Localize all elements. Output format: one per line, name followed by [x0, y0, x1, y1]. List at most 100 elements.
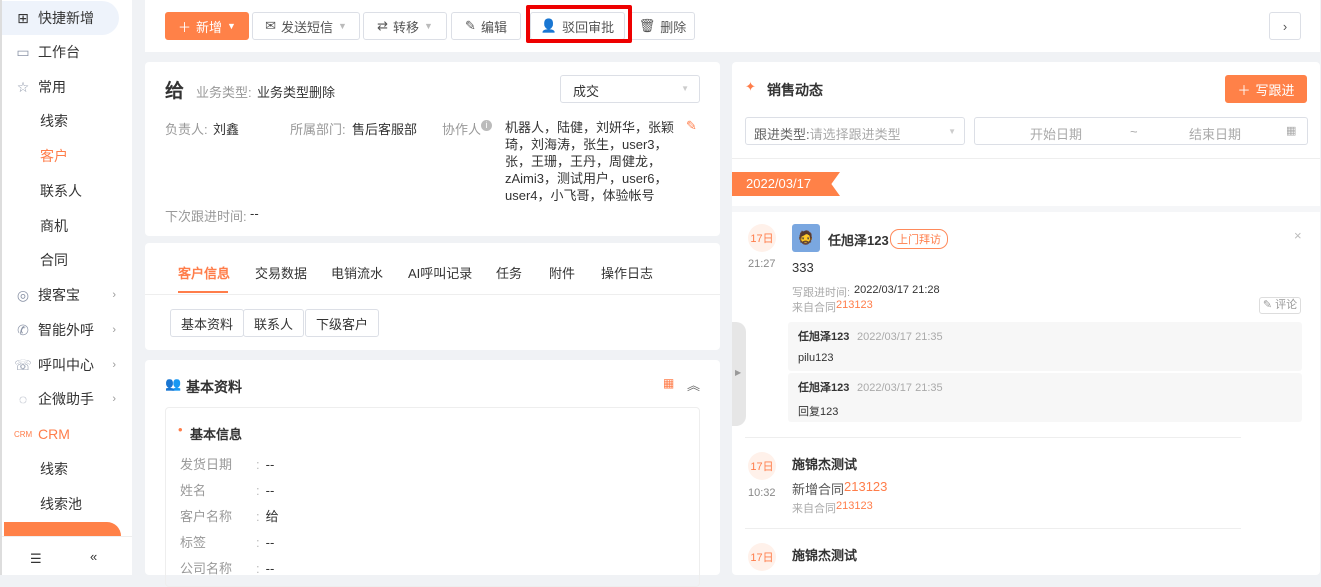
sidebar-item-crm-leads[interactable]: 线索: [2, 452, 132, 486]
pencil-icon: ✎: [465, 18, 476, 33]
label: 快捷新增: [38, 10, 94, 26]
sidebar-item-crm[interactable]: CRM CRM: [2, 417, 132, 451]
label: 删除: [660, 19, 687, 35]
label: 新增: [196, 19, 223, 35]
entry-day: 17日: [748, 543, 776, 571]
star-icon: ☆: [16, 78, 30, 95]
highlight-box: [526, 5, 632, 43]
source-link[interactable]: 213123: [836, 299, 873, 311]
tab-attachments[interactable]: 附件: [549, 263, 575, 282]
sidebar-item-leads[interactable]: 线索: [2, 104, 132, 138]
entry-time: 21:27: [748, 258, 776, 270]
date-range-picker[interactable]: 开始日期 ~ 结束日期 ▦: [974, 117, 1308, 145]
tab-tasks[interactable]: 任务: [496, 263, 522, 282]
placeholder: 请选择跟进类型: [809, 127, 901, 142]
date-banner: 2022/03/17: [732, 172, 840, 196]
info-icon[interactable]: i: [481, 120, 492, 131]
sidebar: ⊞ 快捷新增 ▭ 工作台 ☆ 常用 线索 客户 联系人 商机 合同 ◎ 搜客宝 › ✆ 智能…: [0, 0, 132, 575]
add-box-icon: ⊞: [17, 9, 29, 26]
entry-user: 施锦杰测试: [792, 457, 858, 472]
sidebar-item-quick-add[interactable]: ⊞ 快捷新增: [2, 1, 119, 35]
entry-content: 新增合同: [792, 482, 845, 497]
dept-label: 所属部门:: [290, 122, 346, 137]
label: 线索池: [40, 496, 82, 512]
menu-icon[interactable]: ☰: [30, 551, 42, 567]
sidebar-item-crm-customers[interactable]: 客户: [4, 522, 121, 536]
label: 常用: [38, 79, 66, 95]
contract-link[interactable]: 213123: [844, 479, 887, 494]
sidebar-item-workbench[interactable]: ▭ 工作台: [2, 35, 132, 69]
edit-icon[interactable]: ✎: [686, 118, 697, 134]
sidebar-item-lead-pool[interactable]: 线索池: [2, 487, 132, 521]
sidebar-item-opportunities[interactable]: 商机: [2, 209, 132, 243]
comment-button[interactable]: ✎ 评论: [1259, 297, 1301, 314]
field-label: 标签: [180, 535, 207, 550]
next-button[interactable]: ›: [1269, 12, 1301, 40]
caret-down-icon: ▼: [681, 84, 689, 93]
send-sms-button[interactable]: ✉ 发送短信 ▼: [252, 12, 360, 40]
field-value: --: [265, 457, 275, 472]
plus-icon: ＋: [178, 19, 192, 35]
start-date-input[interactable]: 开始日期: [1030, 124, 1082, 143]
status-select[interactable]: 成交 ▼: [560, 75, 700, 103]
comment-item: 任旭泽123 2022/03/17 21:35 pilu123: [788, 322, 1302, 371]
users-icon: 👥: [165, 376, 182, 391]
label: 转移: [392, 19, 419, 35]
followup-type-select[interactable]: 跟进类型:请选择跟进类型 ▼: [745, 117, 965, 145]
panel-title: 销售动态: [767, 82, 823, 98]
caret-down-icon: ▼: [338, 21, 347, 31]
label: 跟进类型:: [754, 127, 810, 142]
edit-button[interactable]: ✎ 编辑: [451, 12, 521, 40]
customer-header: 给 业务类型: 业务类型删除 成交 ▼ 负责人: 刘鑫 所属部门: 售后客服部 协…: [145, 62, 720, 236]
tab-ai-calls[interactable]: AI呼叫记录: [408, 263, 472, 282]
collapse-icon[interactable]: «: [90, 549, 97, 564]
end-date-input[interactable]: 结束日期: [1189, 124, 1241, 143]
collab-value: 机器人，陆健，刘妍华，张颖琦，刘海涛，张生，user3，张，王珊，王丹，周健龙，…: [505, 120, 675, 203]
subtab-contacts[interactable]: 联系人: [243, 309, 305, 337]
tab-transactions[interactable]: 交易数据: [255, 263, 307, 282]
subtab-subcustomers[interactable]: 下级客户: [305, 309, 380, 337]
write-followup-button[interactable]: ＋写跟进: [1225, 75, 1307, 103]
activity-icon: ✦: [745, 79, 756, 94]
tab-indicator: [178, 291, 228, 293]
sidebar-item-wecom[interactable]: ◌ 企微助手 ›: [2, 382, 132, 416]
source-link[interactable]: 213123: [836, 500, 873, 512]
caret-down-icon: ▼: [424, 21, 433, 31]
label: 合同: [40, 252, 68, 268]
next-followup-label: 下次跟进时间:: [165, 209, 247, 224]
sidebar-item-soukebao[interactable]: ◎ 搜客宝 ›: [2, 278, 132, 312]
divider: [145, 294, 720, 295]
sidebar-item-contacts[interactable]: 联系人: [2, 174, 132, 208]
bullet-icon: •: [178, 422, 183, 437]
close-icon[interactable]: ×: [1294, 228, 1302, 243]
tab-operation-log[interactable]: 操作日志: [601, 263, 653, 282]
biz-type-label: 业务类型:: [196, 85, 252, 100]
comment-time: 2022/03/17 21:35: [856, 382, 943, 394]
sidebar-item-smart-call[interactable]: ✆ 智能外呼 ›: [2, 313, 132, 347]
customer-name: 给: [165, 81, 185, 102]
transfer-button[interactable]: ⇄ 转移 ▼: [363, 12, 447, 40]
table-icon[interactable]: ▦: [663, 376, 674, 390]
sidebar-item-contracts[interactable]: 合同: [2, 243, 132, 277]
expand-handle[interactable]: ▶: [732, 322, 746, 426]
chevron-right-icon: ›: [1282, 18, 1288, 34]
sidebar-item-common[interactable]: ☆ 常用: [2, 70, 132, 104]
tab-customer-info[interactable]: 客户信息: [178, 263, 230, 282]
new-button[interactable]: ＋新增 ▼: [165, 12, 249, 40]
label: 联系人: [40, 183, 82, 199]
sidebar-item-customers[interactable]: 客户: [2, 139, 132, 173]
field-value: --: [265, 561, 275, 576]
source-label: 来自合同: [792, 302, 836, 314]
delete-button[interactable]: 🗑 删除: [630, 12, 695, 40]
label: 线索: [40, 461, 68, 477]
tab-telesales[interactable]: 电销流水: [331, 263, 383, 282]
field-row: 发货日期: --: [180, 454, 274, 473]
collapse-up-icon[interactable]: ︽: [687, 375, 700, 394]
chevron-right-icon: ›: [112, 393, 116, 405]
field-label: 发货日期: [180, 457, 233, 472]
mail-icon: ✉: [265, 18, 276, 33]
caret-down-icon: ▼: [227, 21, 236, 31]
sidebar-item-call-center[interactable]: ☏ 呼叫中心 ›: [2, 348, 132, 382]
subtab-basic[interactable]: 基本资料: [170, 309, 245, 337]
calendar-icon: ▦: [1286, 125, 1297, 137]
